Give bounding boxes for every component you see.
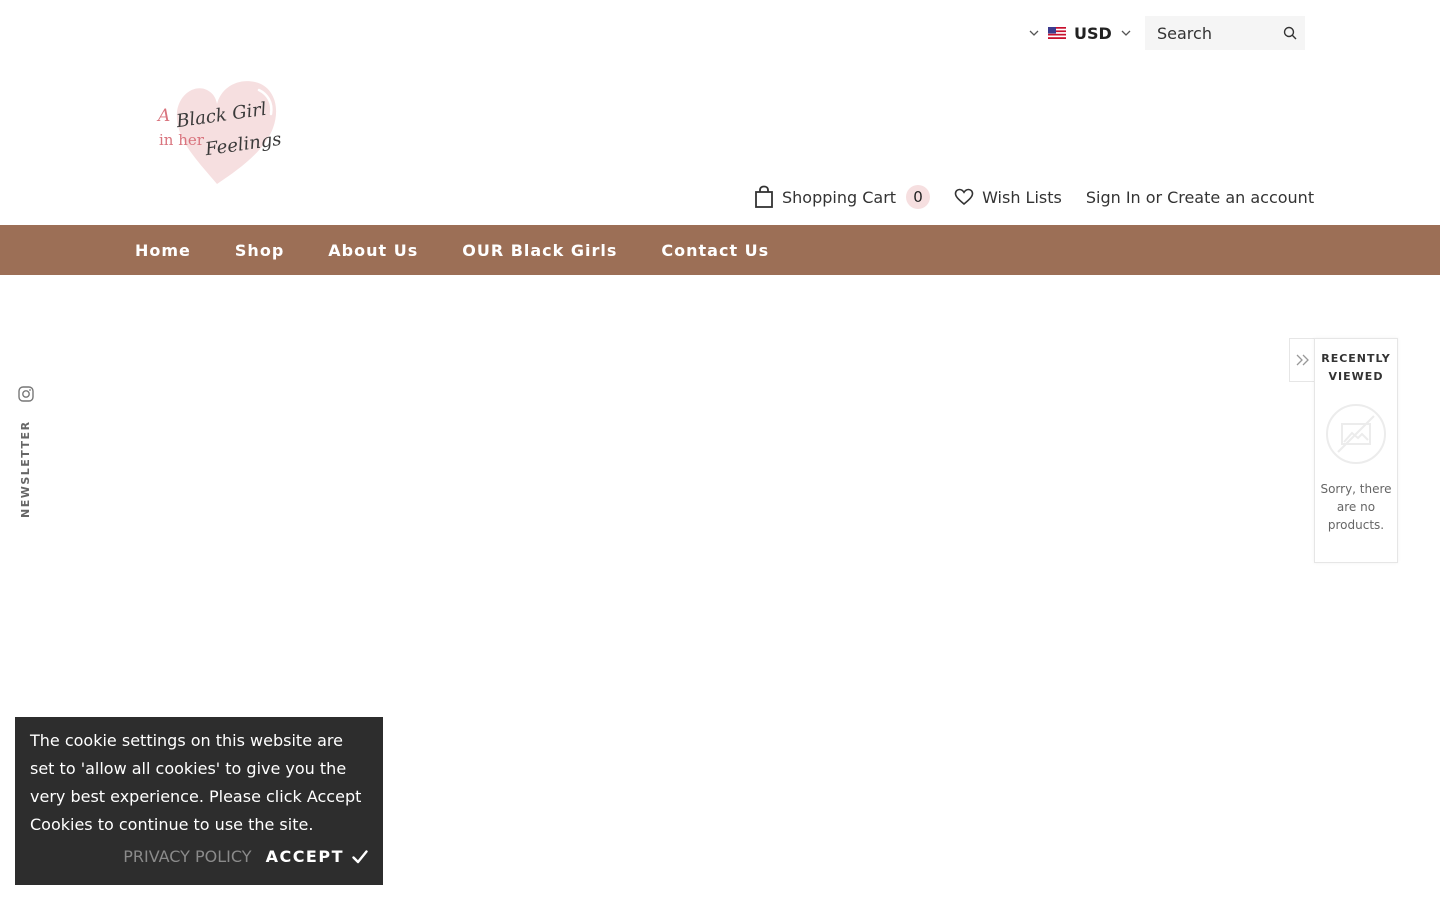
search-bar — [1145, 16, 1305, 50]
cookie-message: The cookie settings on this website are … — [30, 731, 362, 834]
wish-lists-link[interactable]: Wish Lists — [954, 188, 1062, 207]
auth-links: Sign In or Create an account — [1086, 188, 1314, 207]
shopping-bag-icon — [755, 185, 773, 208]
newsletter-label: NEWSLETTER — [19, 420, 32, 518]
create-account-link[interactable]: Create an account — [1167, 188, 1314, 207]
logo-text: A — [158, 106, 171, 126]
cookie-banner: The cookie settings on this website are … — [15, 717, 383, 885]
search-icon — [1283, 26, 1297, 40]
logo-text: in her — [159, 131, 204, 149]
chevron-down-icon — [1121, 30, 1131, 36]
auth-separator: or — [1145, 187, 1163, 207]
shopping-cart-link[interactable]: Shopping Cart 0 — [754, 185, 931, 209]
chevron-down-icon — [1029, 30, 1039, 36]
checkmark-icon — [352, 849, 368, 863]
recently-viewed-title: RECENTLY VIEWED — [1315, 350, 1397, 386]
currency-selector[interactable]: USD — [1028, 22, 1132, 44]
main-navigation: Home Shop About Us OUR Black Girls Conta… — [0, 225, 1440, 275]
recently-viewed-panel: RECENTLY VIEWED Sorry, there are no prod… — [1314, 338, 1398, 563]
search-input[interactable] — [1145, 17, 1275, 49]
nav-item-about-us[interactable]: About Us — [328, 241, 418, 260]
top-bar: USD — [0, 0, 1440, 66]
wish-lists-label: Wish Lists — [982, 187, 1062, 207]
nav-item-contact-us[interactable]: Contact Us — [661, 241, 769, 260]
recently-viewed-title-line: RECENTLY — [1321, 352, 1391, 365]
double-chevron-right-icon — [1296, 354, 1309, 366]
cart-count-badge: 0 — [906, 185, 931, 209]
no-image-icon — [1326, 404, 1386, 464]
account-links: Shopping Cart 0 Wish Lists Sign In or Cr… — [754, 182, 1314, 212]
nav-item-home[interactable]: Home — [135, 241, 191, 260]
privacy-policy-link[interactable]: PRIVACY POLICY — [123, 847, 251, 866]
cart-label: Shopping Cart — [782, 187, 897, 207]
heart-icon — [954, 188, 974, 206]
sign-in-link[interactable]: Sign In — [1086, 188, 1141, 207]
search-button[interactable] — [1275, 17, 1305, 49]
accept-label: ACCEPT — [265, 847, 344, 866]
site-logo[interactable]: A Black Girl in her Feelings — [155, 76, 285, 192]
instagram-icon — [18, 386, 34, 402]
recently-viewed-title-line: VIEWED — [1328, 370, 1384, 383]
us-flag-icon — [1048, 27, 1066, 39]
recently-viewed-empty-message: Sorry, there are no products. — [1320, 482, 1392, 532]
accept-cookies-button[interactable]: ACCEPT — [266, 847, 368, 866]
currency-code: USD — [1074, 23, 1112, 43]
nav-item-shop[interactable]: Shop — [235, 241, 284, 260]
newsletter-tab[interactable]: NEWSLETTER — [6, 420, 46, 522]
recently-viewed-toggle[interactable] — [1289, 338, 1316, 382]
instagram-link[interactable] — [17, 385, 35, 403]
nav-item-our-black-girls[interactable]: OUR Black Girls — [462, 241, 617, 260]
